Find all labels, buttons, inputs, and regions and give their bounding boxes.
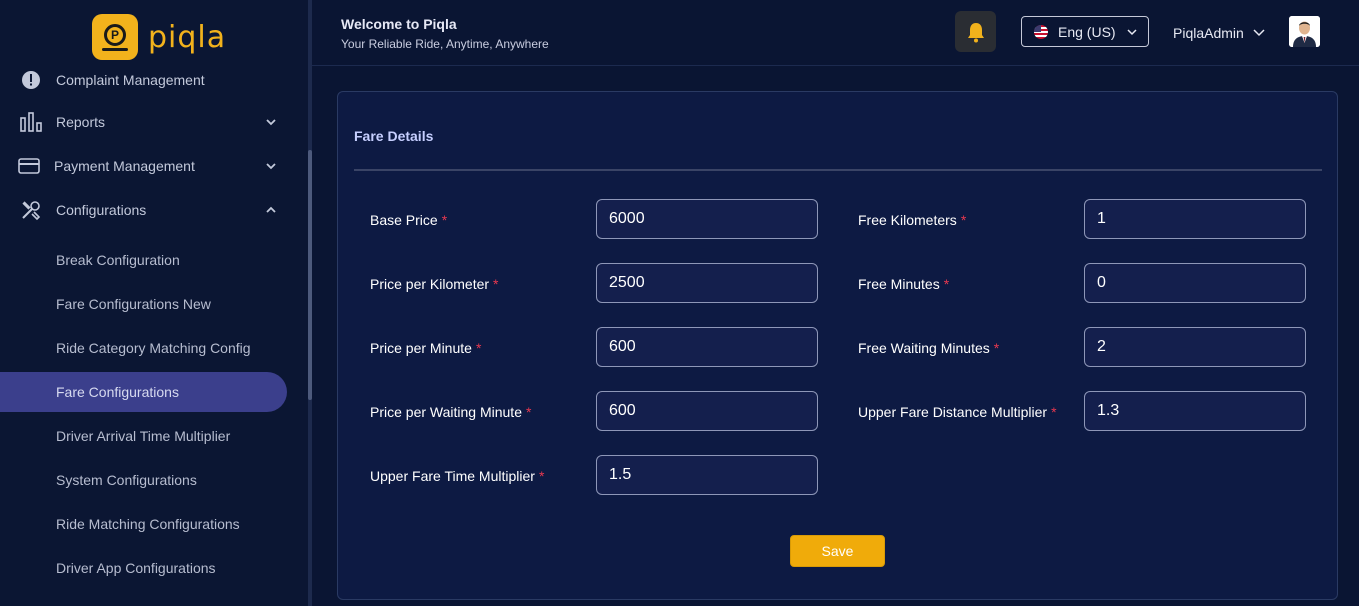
save-button[interactable]: Save: [790, 535, 885, 567]
sidebar-subitem-label: Break Configuration: [56, 252, 180, 268]
price-per-kilometer-label: Price per Kilometer *: [370, 276, 499, 292]
required-mark: *: [441, 212, 448, 228]
sidebar-subitem-break-configuration[interactable]: Break Configuration: [0, 240, 287, 280]
sidebar-item-reports[interactable]: Reports: [0, 102, 300, 142]
field-label-text: Upper Fare Time Multiplier: [370, 468, 535, 484]
required-mark: *: [960, 212, 967, 228]
field-label-text: Base Price: [370, 212, 438, 228]
sidebar-subitem-driver-app-configurations[interactable]: Driver App Configurations: [0, 548, 287, 588]
required-mark: *: [1051, 404, 1057, 420]
sidebar-item-configurations[interactable]: Configurations: [0, 190, 300, 230]
free-minutes-input[interactable]: [1084, 263, 1306, 303]
language-label: Eng (US): [1058, 24, 1116, 40]
sidebar-subitem-label: Driver Arrival Time Multiplier: [56, 428, 231, 444]
notifications-button[interactable]: [955, 11, 996, 52]
sidebar-subitem-label: Driver App Configurations: [56, 560, 216, 576]
sidebar-item-label: Reports: [56, 114, 106, 130]
chevron-up-icon[interactable]: [264, 203, 278, 217]
brand-logo[interactable]: P piqla: [92, 14, 226, 60]
sidebar-subitem-ride-category-matching-config[interactable]: Ride Category Matching Config: [0, 328, 287, 368]
sidebar-item-complaint-management[interactable]: Complaint Management: [0, 60, 300, 100]
chevron-down-icon[interactable]: [264, 159, 278, 173]
field-label-text: Price per Kilometer: [370, 276, 490, 292]
tools-icon: [20, 199, 42, 221]
chevron-down-icon: [1127, 29, 1137, 36]
user-menu-name[interactable]: PiqlaAdmin: [1173, 25, 1244, 41]
top-header: Welcome to Piqla Your Reliable Ride, Any…: [312, 0, 1359, 66]
required-mark: *: [493, 276, 499, 292]
free-minutes-label: Free Minutes *: [858, 276, 949, 292]
language-select[interactable]: Eng (US): [1021, 16, 1149, 47]
required-mark: *: [525, 404, 532, 420]
required-mark: *: [538, 468, 545, 484]
logo-icon: P: [92, 14, 138, 60]
base-price-label: Base Price *: [370, 212, 447, 228]
field-label-text: Price per Waiting Minute: [370, 404, 522, 420]
upper-fare-time-multiplier-input[interactable]: [596, 455, 818, 495]
sidebar-item-label: Complaint Management: [56, 72, 205, 88]
alert-circle-icon: [20, 69, 42, 91]
sidebar-subitem-label: Fare Configurations: [56, 384, 179, 400]
chevron-down-icon[interactable]: [264, 115, 278, 129]
sidebar-subitem-label: Ride Category Matching Config: [56, 340, 251, 356]
scrollbar-thumb[interactable]: [308, 150, 312, 400]
upper-fare-distance-multiplier-label: Upper Fare Distance Multiplier *: [858, 404, 1057, 420]
field-label-text: Free Minutes: [858, 276, 940, 292]
avatar[interactable]: [1289, 16, 1320, 47]
welcome-title: Welcome to Piqla: [341, 16, 457, 32]
sidebar-scrollbar[interactable]: [308, 0, 312, 606]
price-per-minute-input[interactable]: [596, 327, 818, 367]
bar-chart-icon: [20, 111, 42, 133]
divider: [354, 169, 1322, 171]
free-kilometers-input[interactable]: [1084, 199, 1306, 239]
sidebar-subitem-ride-matching-configurations[interactable]: Ride Matching Configurations: [0, 504, 287, 544]
price-per-waiting-minute-label: Price per Waiting Minute *: [370, 404, 531, 420]
field-label-text: Price per Minute: [370, 340, 472, 356]
us-flag-icon: [1034, 25, 1048, 39]
free-kilometers-label: Free Kilometers *: [858, 212, 966, 228]
upper-fare-distance-multiplier-input[interactable]: [1084, 391, 1306, 431]
credit-card-icon: [18, 155, 40, 177]
field-label-text: Upper Fare Distance Multiplier: [858, 404, 1048, 420]
sidebar-subitem-label: Ride Matching Configurations: [56, 516, 240, 532]
free-waiting-minutes-input[interactable]: [1084, 327, 1306, 367]
required-mark: *: [943, 276, 950, 292]
sidebar-subitem-fare-configurations-new[interactable]: Fare Configurations New: [0, 284, 287, 324]
sidebar-subitem-fare-configurations[interactable]: Fare Configurations: [0, 372, 287, 412]
upper-fare-time-multiplier-label: Upper Fare Time Multiplier *: [370, 468, 544, 484]
sidebar-item-label: Payment Management: [54, 158, 195, 174]
logo-letter: P: [111, 28, 120, 42]
field-label-text: Free Kilometers: [858, 212, 957, 228]
welcome-tagline: Your Reliable Ride, Anytime, Anywhere: [341, 37, 549, 51]
sidebar-subitem-label: System Configurations: [56, 472, 197, 488]
sidebar-item-label: Configurations: [56, 202, 147, 218]
sidebar-subitem-system-configurations[interactable]: System Configurations: [0, 460, 287, 500]
sidebar-subitem-driver-arrival-time-multiplier[interactable]: Driver Arrival Time Multiplier: [0, 416, 287, 456]
required-mark: *: [475, 340, 482, 356]
user-avatar-icon: [1289, 16, 1320, 47]
chevron-down-icon[interactable]: [1252, 26, 1266, 40]
sidebar-item-payment-management[interactable]: Payment Management: [0, 146, 300, 186]
price-per-minute-label: Price per Minute *: [370, 340, 481, 356]
free-waiting-minutes-label: Free Waiting Minutes *: [858, 340, 999, 356]
field-label-text: Free Waiting Minutes: [858, 340, 990, 356]
sidebar: P piqla Complaint Management Reports Pay…: [0, 0, 308, 606]
fare-details-card: Fare Details Base Price* Free Kilometers…: [337, 91, 1338, 600]
sidebar-subitem-label: Fare Configurations New: [56, 296, 211, 312]
bell-icon: [967, 22, 984, 42]
card-title: Fare Details: [354, 128, 434, 144]
price-per-waiting-minute-input[interactable]: [596, 391, 818, 431]
required-mark: *: [993, 340, 1000, 356]
price-per-kilometer-input[interactable]: [596, 263, 818, 303]
base-price-input[interactable]: [596, 199, 818, 239]
brand-name: piqla: [148, 19, 227, 55]
